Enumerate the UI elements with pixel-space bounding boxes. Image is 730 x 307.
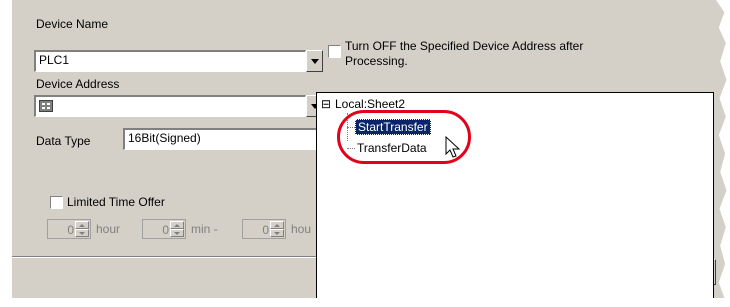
minute-spinner-value: 0 bbox=[162, 223, 169, 237]
device-address-input[interactable] bbox=[34, 95, 306, 117]
device-name-combo-input[interactable]: PLC1 bbox=[34, 50, 306, 72]
minute-spinner[interactable]: 0 bbox=[142, 219, 186, 239]
spin-up-icon[interactable] bbox=[270, 221, 284, 229]
device-name-label: Device Name bbox=[36, 17, 109, 31]
turn-off-label-line1: Turn OFF the Specified Device Address af… bbox=[345, 39, 584, 53]
device-address-label: Device Address bbox=[36, 77, 120, 91]
device-name-dropdown-button[interactable] bbox=[306, 50, 323, 72]
data-type-label: Data Type bbox=[36, 134, 91, 148]
limited-time-label: Limited Time Offer bbox=[67, 195, 165, 209]
second-hour-spinner-value: 0 bbox=[262, 223, 269, 237]
hour-spinner[interactable]: 0 bbox=[47, 219, 91, 239]
minute-unit-label: min - bbox=[191, 222, 218, 236]
spin-down-icon[interactable] bbox=[170, 229, 184, 237]
hour-unit-label: hour bbox=[96, 222, 121, 236]
spin-up-icon[interactable] bbox=[170, 221, 184, 229]
limited-time-checkbox[interactable] bbox=[50, 196, 63, 209]
tree-root-node[interactable]: Local:Sheet2 bbox=[335, 97, 405, 111]
chevron-down-icon bbox=[310, 58, 319, 64]
second-hour-spinner[interactable]: 0 bbox=[242, 219, 286, 239]
spin-up-icon[interactable] bbox=[75, 221, 89, 229]
turn-off-label-line2: Processing. bbox=[345, 54, 408, 68]
torn-edge-bottom bbox=[0, 298, 730, 307]
hour-spinner-value: 0 bbox=[67, 223, 74, 237]
spin-down-icon[interactable] bbox=[270, 229, 284, 237]
keypad-icon[interactable] bbox=[39, 99, 53, 112]
turn-off-checkbox[interactable] bbox=[328, 45, 341, 58]
mouse-pointer-icon bbox=[445, 136, 461, 158]
tree-expander-icon[interactable]: ⊟ bbox=[321, 97, 331, 111]
spin-down-icon[interactable] bbox=[75, 229, 89, 237]
data-type-field[interactable]: 16Bit(Signed) bbox=[123, 128, 323, 150]
device-address-tree-popup[interactable]: ⊟ Local:Sheet2 StartTransfer TransferDat… bbox=[316, 92, 714, 307]
second-hour-unit-label: hou bbox=[291, 222, 312, 236]
